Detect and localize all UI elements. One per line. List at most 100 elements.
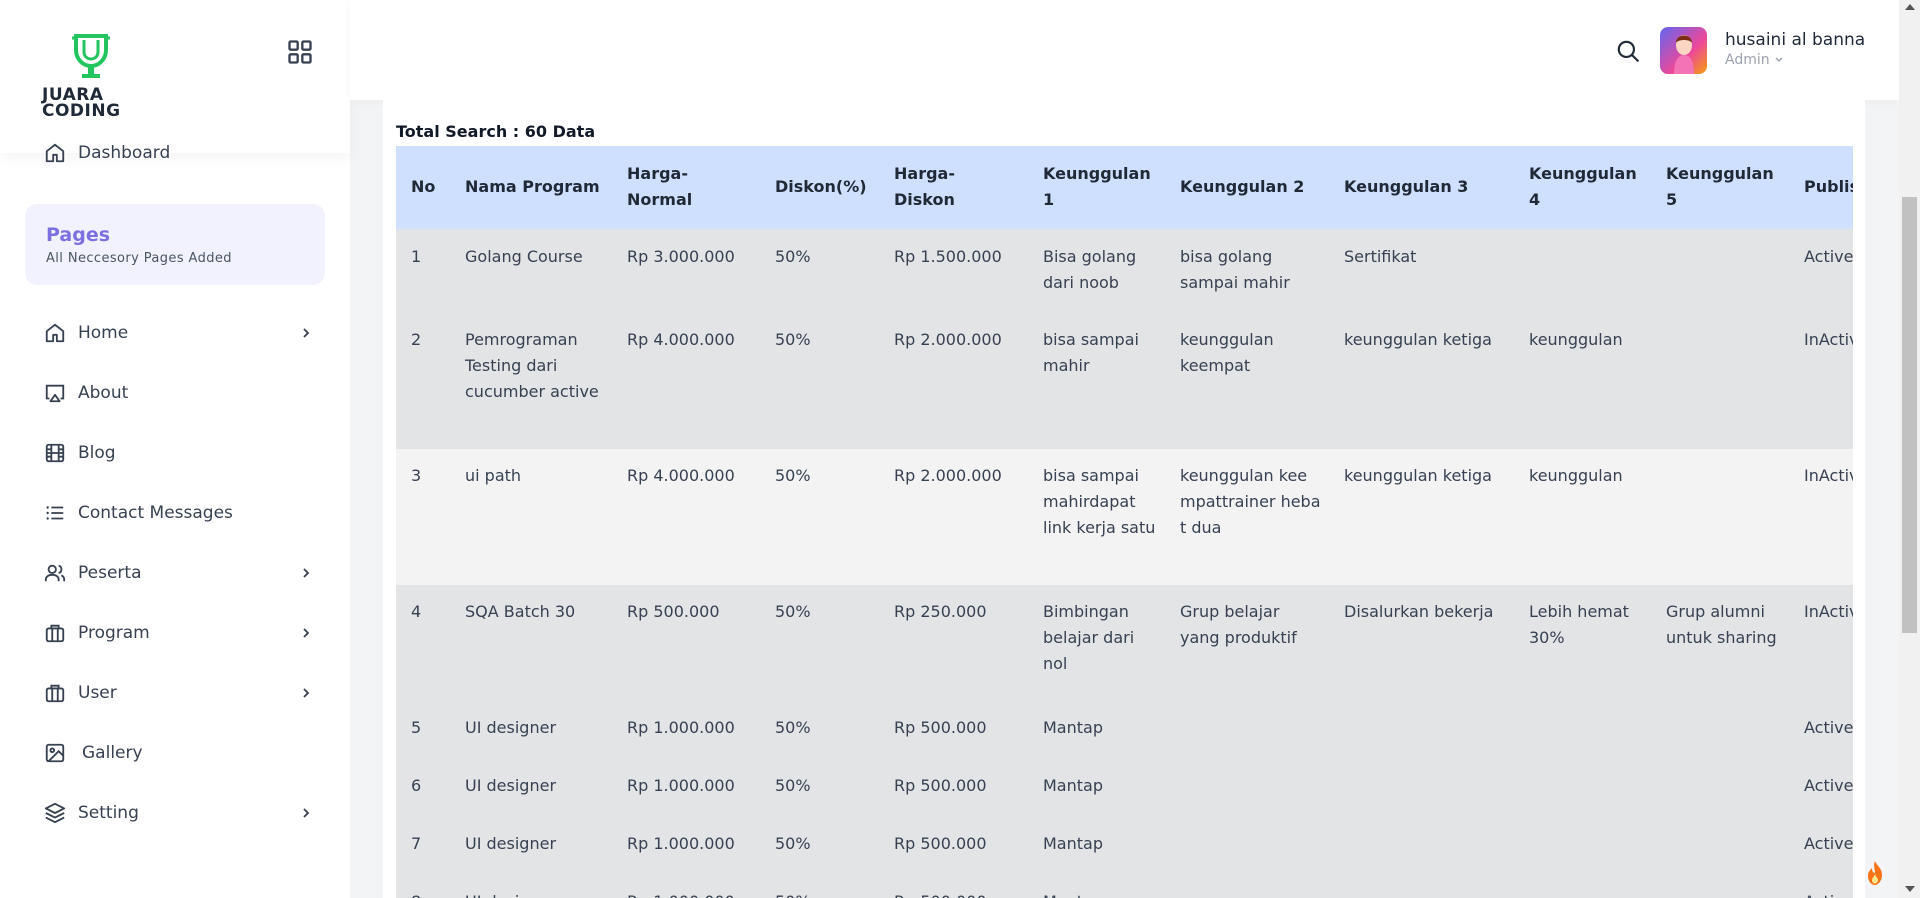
table-row[interactable]: 3 ui path Rp 4.000.000 50% Rp 2.000.000 bisa … [396, 449, 1853, 585]
table-header-row: No Nama Program Harga-Normal Diskon(%) H… [396, 146, 1853, 230]
program-table-container[interactable]: No Nama Program Harga-Normal Diskon(%) H… [396, 146, 1853, 898]
column-header[interactable]: Keunggulan 1 [1028, 146, 1165, 230]
sidebar-item-user[interactable]: User [44, 678, 312, 708]
sidebar-item-label: Setting [78, 803, 139, 823]
column-header[interactable]: Nama Program [450, 146, 612, 230]
table-cell: Rp 1.000.000 [612, 875, 760, 898]
table-cell: Mantap [1043, 776, 1103, 795]
table-cell: bisa sampai mahirdapat link kerja satu [1043, 466, 1156, 537]
chevron-right-icon [303, 328, 310, 338]
avatar[interactable] [1660, 27, 1707, 74]
sidebar-item-blog[interactable]: Blog [44, 438, 312, 468]
table-row[interactable]: 6 UI designer Rp 1.000.000 50% Rp 500.000 Man… [396, 759, 1853, 817]
sidebar-item-gallery[interactable]: Gallery [44, 738, 312, 768]
user-name: husaini al banna [1725, 30, 1866, 50]
user-role: Admin [1725, 52, 1770, 68]
sidebar: JUARA CODING Dashboard Pages All Necceso… [0, 0, 350, 898]
home-icon [45, 323, 65, 343]
table-cell [1514, 759, 1651, 817]
table-cell: Bisa golang dari noob [1043, 247, 1137, 292]
table-cell: UI designer [465, 834, 557, 853]
table-cell: Rp 3.000.000 [627, 247, 735, 266]
column-header[interactable]: Publish [1789, 146, 1853, 230]
table-cell: 50% [760, 875, 879, 898]
sidebar-item-dashboard[interactable]: Dashboard [44, 142, 170, 164]
table-cell [1329, 817, 1514, 875]
table-cell: Mantap [1028, 875, 1165, 898]
table-cell: Pemrograman Testing dari cucumber active [465, 330, 599, 401]
column-header[interactable]: No [396, 146, 450, 230]
column-header[interactable]: Harga-Normal [612, 146, 760, 230]
table-cell: Rp 500.000 [627, 602, 720, 621]
sidebar-item-about[interactable]: About [44, 378, 312, 408]
scroll-up-arrow-icon[interactable] [1905, 4, 1915, 10]
column-header[interactable]: Harga-Diskon [879, 146, 1028, 230]
chevron-right-icon [303, 808, 310, 818]
table-cell: Active [1804, 834, 1853, 853]
table-cell: Active [1789, 875, 1853, 898]
table-cell: Rp 1.000.000 [627, 718, 735, 737]
total-search: Total Search : 60 Data [396, 122, 596, 141]
sidebar-item-setting[interactable]: Setting [44, 798, 312, 828]
table-row[interactable]: 8UI designerRp 1.000.00050%Rp 500.000Man… [396, 875, 1853, 898]
table-row[interactable]: 7 UI designer Rp 1.000.000 50% Rp 500.000 Man… [396, 817, 1853, 875]
table-cell: 2 [411, 330, 422, 349]
table-cell [1651, 759, 1789, 817]
column-header[interactable]: Keunggulan 2 [1165, 146, 1329, 230]
chevron-right-icon [303, 688, 310, 698]
sidebar-item-label: About [78, 383, 129, 403]
table-cell: Rp 500.000 [894, 834, 987, 853]
table-cell: Mantap [1043, 834, 1103, 853]
table-row[interactable]: 5 UI designer Rp 1.000.000 50% Rp 500.000 Man… [396, 701, 1853, 759]
search-icon[interactable] [1615, 38, 1641, 64]
sidebar-item-peserta[interactable]: Peserta [44, 558, 312, 588]
table-cell: Rp 4.000.000 [627, 466, 735, 485]
grid-menu-icon[interactable] [286, 38, 314, 66]
table-cell: Rp 1.000.000 [627, 776, 735, 795]
column-header[interactable]: Keunggulan 4 [1514, 146, 1651, 230]
table-row[interactable]: 2 Pemrograman Testing dari cucumber activ… [396, 313, 1853, 449]
briefcase-icon [45, 684, 65, 703]
monitor-icon [45, 384, 65, 403]
sidebar-item-home[interactable]: Home [44, 318, 312, 348]
fire-icon[interactable] [1864, 860, 1886, 886]
table-cell [1651, 449, 1789, 585]
table-cell: Rp 2.000.000 [894, 466, 1002, 485]
sidebar-item-program[interactable]: Program [44, 618, 312, 648]
table-cell: Rp 250.000 [894, 602, 987, 621]
table-cell: 1 [411, 247, 422, 266]
table-cell: Active [1804, 247, 1853, 266]
table-cell [1329, 875, 1514, 898]
table-cell [1651, 701, 1789, 759]
table-cell [1165, 701, 1329, 759]
user-role-dropdown[interactable]: Admin [1725, 52, 1784, 68]
table-row[interactable]: 1 Golang Course Rp 3.000.000 50% Rp 1.500.00… [396, 229, 1853, 313]
home-icon [45, 143, 65, 163]
scroll-down-arrow-icon[interactable] [1905, 886, 1915, 892]
brand-logo[interactable]: JUARA CODING [40, 32, 140, 120]
column-header[interactable]: Diskon(%) [760, 146, 879, 230]
image-icon [45, 743, 65, 763]
table-cell [1514, 701, 1651, 759]
sidebar-item-contact-messages[interactable]: Contact Messages [44, 498, 312, 528]
table-cell: keunggulan [1529, 330, 1623, 349]
table-cell: 3 [411, 466, 422, 485]
sidebar-item-label: Dashboard [78, 143, 171, 163]
avatar-image-icon [1674, 35, 1694, 74]
page-scrollbar[interactable] [1899, 0, 1920, 898]
chevron-down-icon [1775, 57, 1783, 63]
table-cell: InActive [1804, 602, 1853, 621]
column-header[interactable]: Keunggulan 3 [1329, 146, 1514, 230]
table-cell: 50% [775, 247, 811, 266]
scrollbar-thumb[interactable] [1902, 197, 1917, 633]
table-cell [1651, 313, 1789, 449]
table-cell: InActive [1804, 466, 1853, 485]
trophy-logo-icon [72, 34, 110, 78]
table-cell: 50% [775, 718, 811, 737]
chevron-right-icon [303, 568, 310, 578]
column-header[interactable]: Keunggulan 5 [1651, 146, 1789, 230]
table-cell: 50% [775, 834, 811, 853]
table-row[interactable]: 4 SQA Batch 30 Rp 500.000 50% Rp 250.000 Bimb… [396, 585, 1853, 701]
table-cell: keunggulan keempat [1180, 330, 1274, 375]
table-cell [1651, 875, 1789, 898]
